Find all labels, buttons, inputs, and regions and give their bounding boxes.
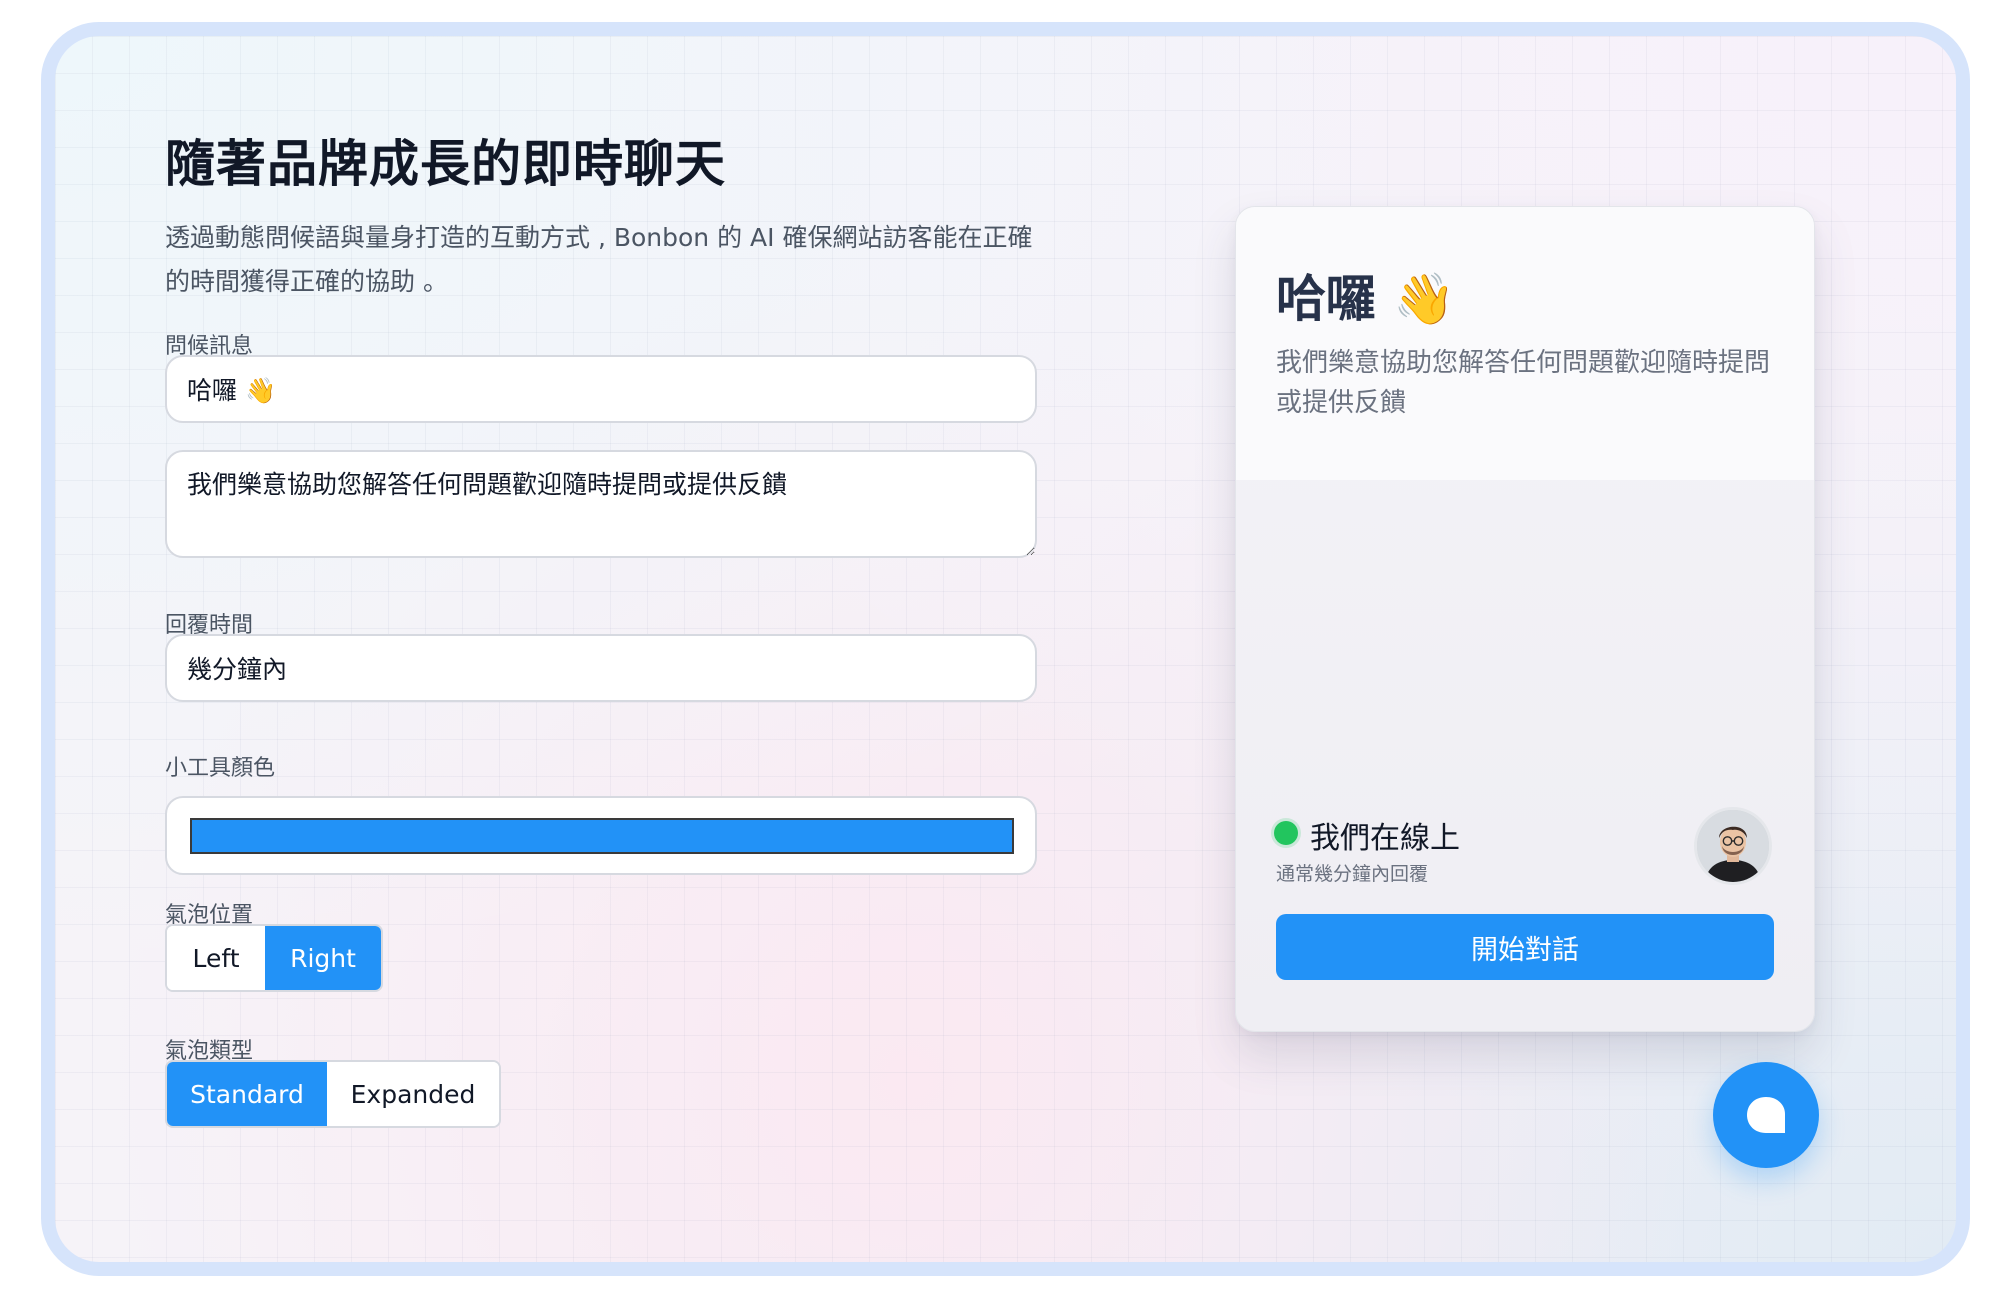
page-description: 透過動態問候語與量身打造的互動方式 , Bonbon 的 AI 確保網站訪客能在… xyxy=(165,223,1033,296)
bubble-type-expanded-button[interactable]: Expanded xyxy=(327,1062,499,1126)
chat-widget-preview: 哈囉 👋 我們樂意協助您解答任何問題歡迎隨時提問或提供反饋 我們在線上 通常幾分… xyxy=(1235,206,1815,1032)
bubble-position-left-button[interactable]: Left xyxy=(167,926,265,990)
bubble-type-standard-button[interactable]: Standard xyxy=(167,1062,327,1126)
agent-avatar xyxy=(1694,807,1772,885)
person-avatar-icon xyxy=(1697,810,1769,882)
widget-color-picker[interactable] xyxy=(165,796,1037,875)
reply-time-input[interactable] xyxy=(165,634,1037,702)
bubble-position-toggle: Left Right xyxy=(165,924,383,992)
chat-bubble-icon xyxy=(1747,1097,1785,1133)
start-conversation-button[interactable]: 開始對話 xyxy=(1276,914,1774,980)
online-status-text: 我們在線上 xyxy=(1310,821,1460,856)
page-title: 隨著品牌成長的即時聊天 xyxy=(165,135,726,193)
preview-title: 哈囉 👋 xyxy=(1276,270,1456,328)
greeting-message-textarea[interactable]: 我們樂意協助您解答任何問題歡迎隨時提問或提供反饋 xyxy=(165,450,1037,558)
bubble-position-right-button[interactable]: Right xyxy=(265,926,381,990)
preview-subtitle: 我們樂意協助您解答任何問題歡迎隨時提問或提供反饋 xyxy=(1276,348,1771,418)
bubble-type-toggle: Standard Expanded xyxy=(165,1060,501,1128)
widget-settings-panel: 隨著品牌成長的即時聊天 透過動態問候語與量身打造的互動方式 , Bonbon 的… xyxy=(41,22,1970,1276)
widget-color-label: 小工具顏色 xyxy=(165,756,276,781)
greeting-title-input[interactable] xyxy=(165,355,1037,423)
reply-time-note: 通常幾分鐘內回覆 xyxy=(1276,863,1429,885)
online-status-dot-icon xyxy=(1274,821,1298,845)
chat-launcher-button[interactable] xyxy=(1713,1062,1819,1168)
color-swatch[interactable] xyxy=(190,818,1014,854)
